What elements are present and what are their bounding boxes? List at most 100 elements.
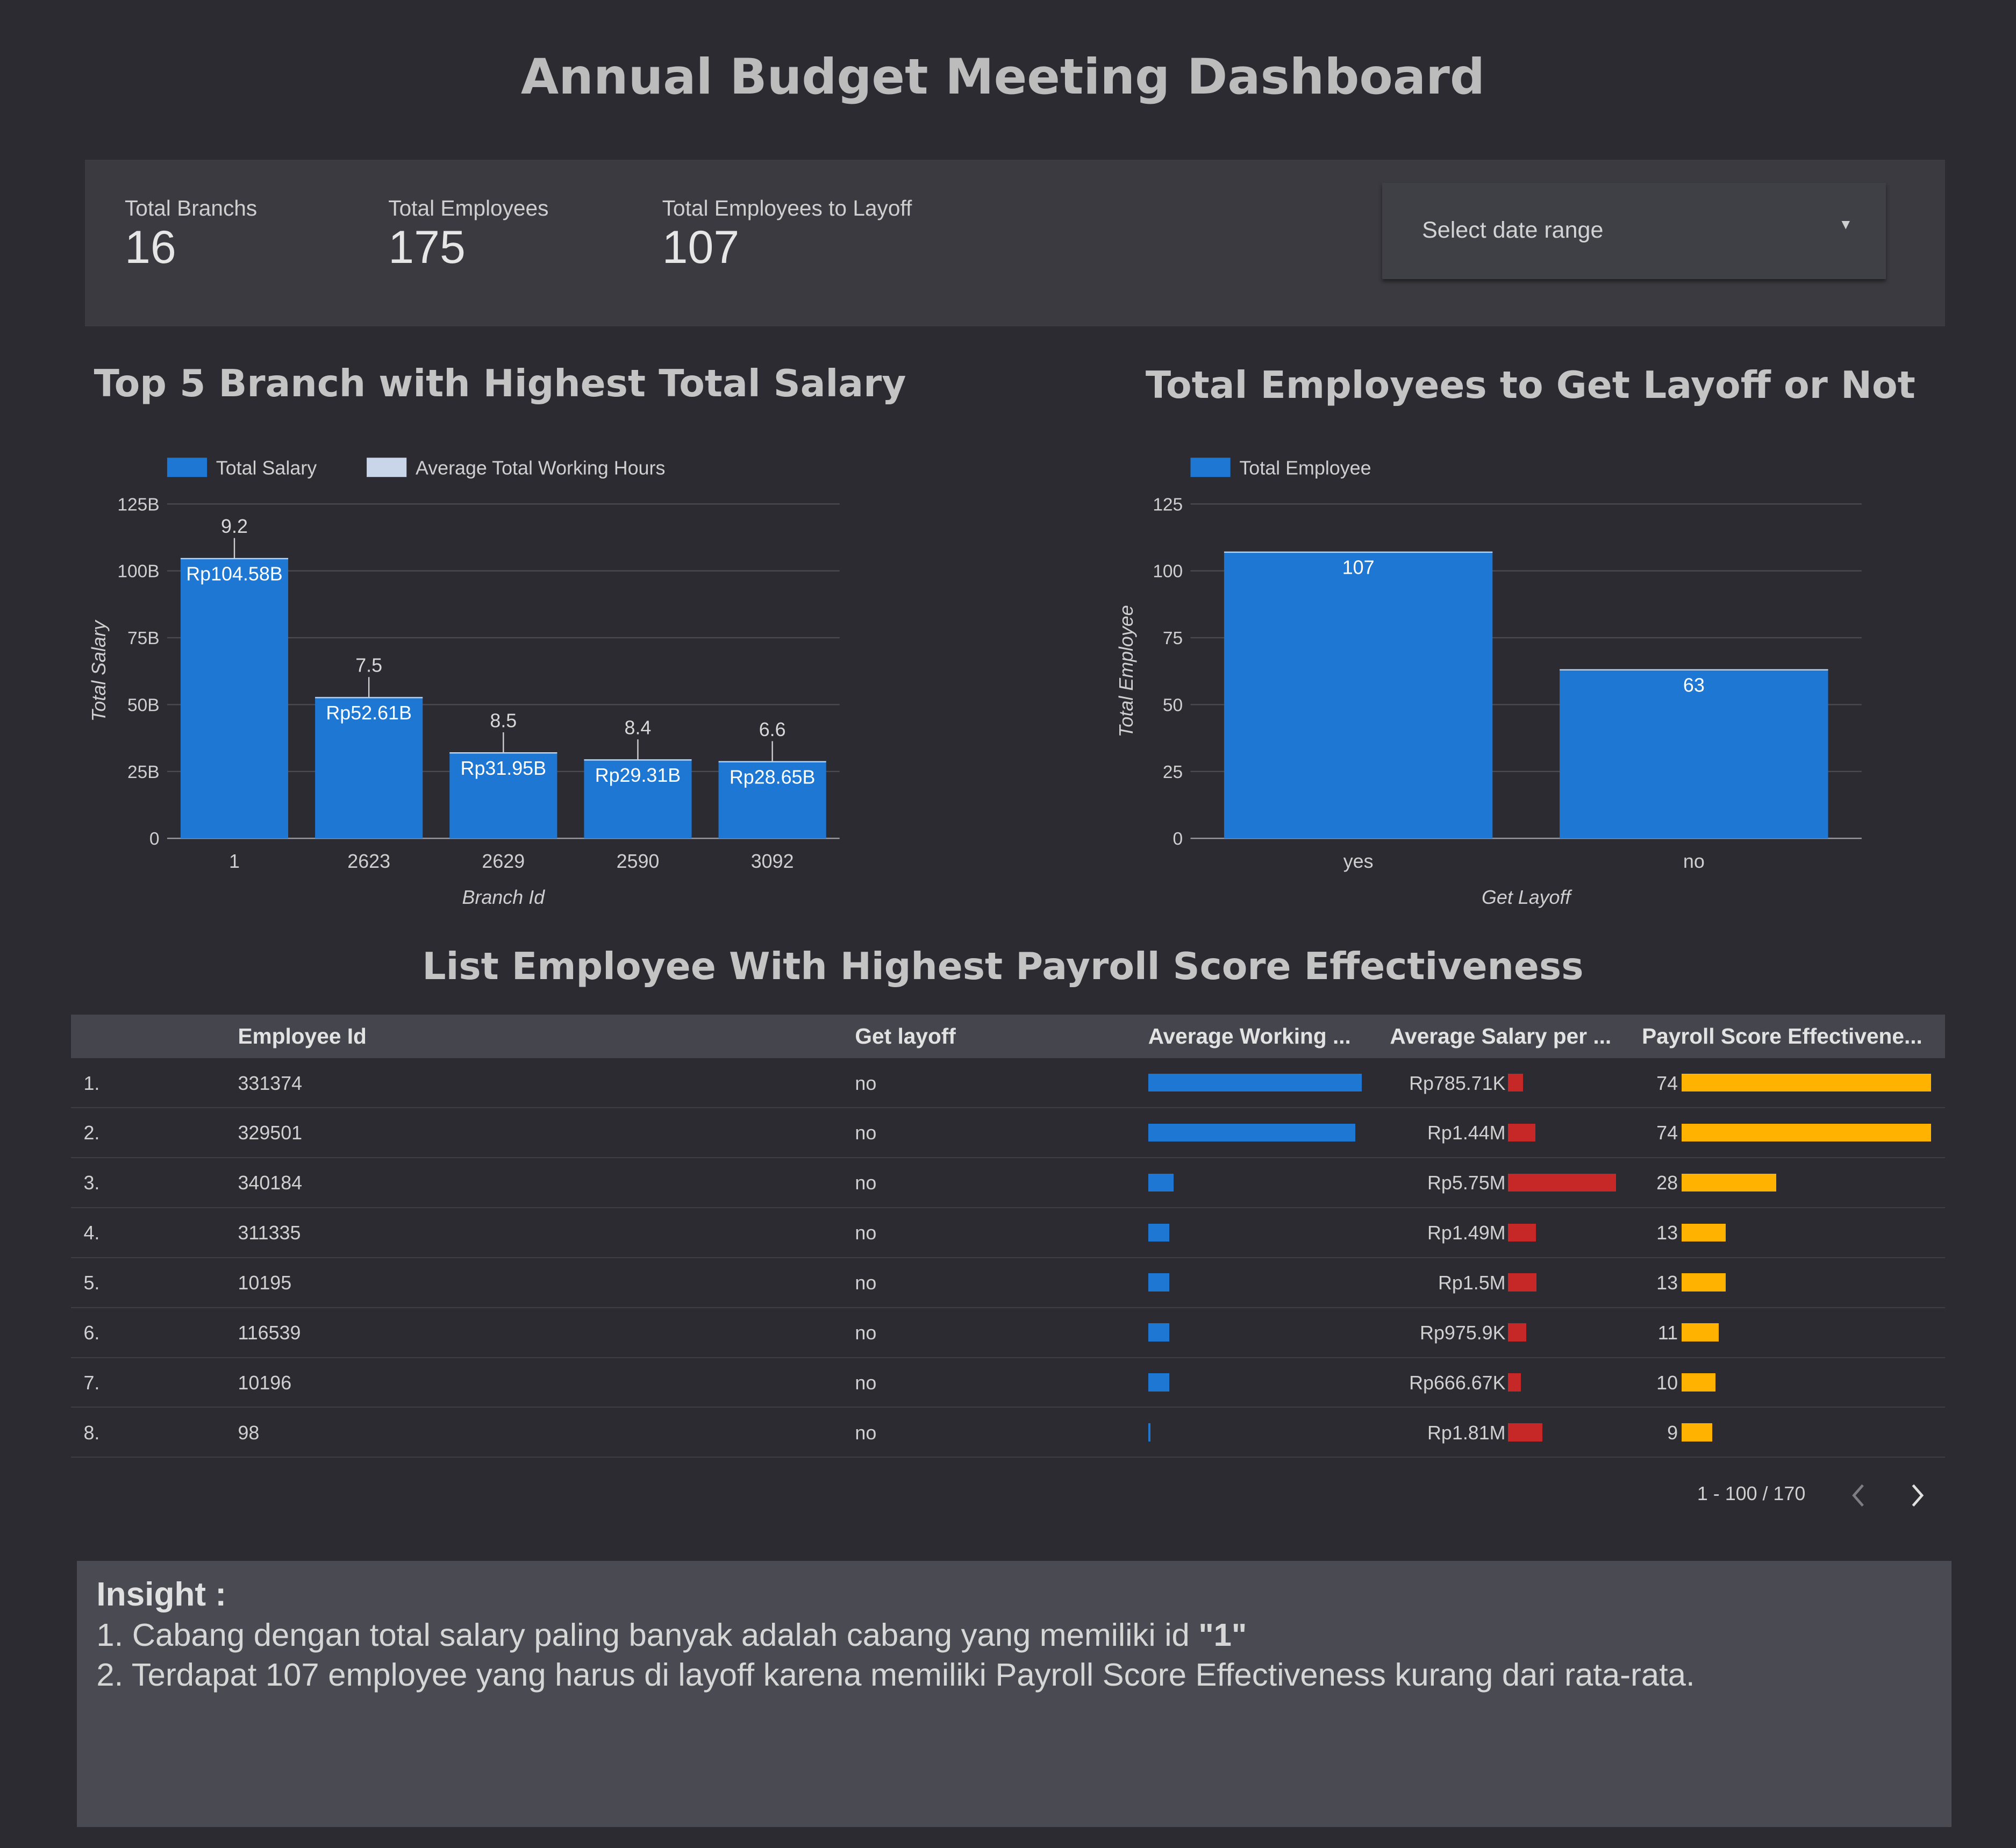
chevron-left-icon[interactable] <box>1846 1481 1872 1510</box>
legend-label: Average Total Working Hours <box>416 457 665 479</box>
x-tick-label: yes <box>1343 851 1374 872</box>
employee-id-cell: 116539 <box>238 1322 301 1344</box>
column-header-get-layoff[interactable]: Get layoff <box>855 1024 955 1049</box>
kpi-total-employees: Total Employees 175 <box>388 196 548 274</box>
y-tick-label: 100B <box>117 562 159 582</box>
row-number: 4. <box>83 1222 100 1244</box>
secondary-data-label: 6.6 <box>759 719 786 740</box>
payroll-score-bar <box>1682 1323 1719 1342</box>
y-tick-label: 100 <box>1153 562 1183 582</box>
column-header-avg-salary[interactable]: Average Salary per ... <box>1390 1024 1611 1049</box>
get-layoff-cell: no <box>855 1172 877 1194</box>
table-row[interactable]: 2. 329501 no Rp1.44M 74 <box>70 1108 1946 1159</box>
row-number: 2. <box>83 1122 100 1144</box>
secondary-data-label: 9.2 <box>221 516 248 537</box>
payroll-score-bar <box>1682 1173 1776 1192</box>
x-tick-label: no <box>1683 851 1705 872</box>
y-tick-label: 50B <box>127 696 160 716</box>
y-tick-label: 75B <box>127 629 160 648</box>
get-layoff-cell: no <box>855 1222 877 1244</box>
insight-line-1: 1. Cabang dengan total salary paling ban… <box>96 1616 1247 1653</box>
employee-table: Employee Id Get layoff Average Working .… <box>70 1014 1946 1471</box>
get-layoff-cell: no <box>855 1072 877 1094</box>
table-row[interactable]: 5. 10195 no Rp1.5M 13 <box>70 1258 1946 1308</box>
x-axis-title: Get Layoff <box>1482 887 1572 908</box>
employee-id-cell: 329501 <box>238 1122 303 1144</box>
avg-salary-bar <box>1508 1373 1521 1392</box>
avg-salary-bar <box>1508 1273 1536 1292</box>
insight-box: Insight : 1. Cabang dengan total salary … <box>77 1561 1952 1828</box>
chart-layoff-title: Total Employees to Get Layoff or Not <box>1145 363 1915 407</box>
table-row[interactable]: 7. 10196 no Rp666.67K 10 <box>70 1358 1946 1408</box>
working-hours-bar <box>1148 1073 1362 1092</box>
bar <box>180 559 289 839</box>
table-row[interactable]: 6. 116539 no Rp975.9K 11 <box>70 1308 1946 1358</box>
secondary-data-label: 7.5 <box>355 655 382 676</box>
table-row[interactable]: 1. 331374 no Rp785.71K 74 <box>70 1058 1946 1109</box>
chart-salary-title: Top 5 Branch with Highest Total Salary <box>94 362 906 406</box>
table-row[interactable]: 4. 311335 no Rp1.49M 13 <box>70 1208 1946 1258</box>
y-tick-label: 75 <box>1163 629 1183 648</box>
avg-salary-bar <box>1508 1123 1535 1142</box>
x-tick-label: 2623 <box>347 851 390 872</box>
x-tick-label: 1 <box>229 851 240 872</box>
payroll-score-bar <box>1682 1123 1932 1142</box>
y-tick-label: 0 <box>1173 829 1183 849</box>
kpi-total-layoff: Total Employees to Layoff 107 <box>662 196 912 274</box>
insight-heading: Insight : <box>96 1575 227 1613</box>
table-row[interactable]: 3. 340184 no Rp5.75M 28 <box>70 1158 1946 1208</box>
payroll-score-bar <box>1682 1073 1932 1092</box>
bar <box>1224 552 1493 839</box>
column-header-avg-working[interactable]: Average Working ... <box>1148 1024 1351 1049</box>
legend-label: Total Employee <box>1239 457 1371 479</box>
bar-data-label: 63 <box>1683 675 1705 696</box>
row-number: 1. <box>83 1072 100 1094</box>
table-title: List Employee With Highest Payroll Score… <box>422 945 1584 988</box>
kpi-label: Total Employees to Layoff <box>662 195 912 220</box>
kpi-value: 107 <box>662 221 740 273</box>
x-tick-label: 3092 <box>751 851 794 872</box>
table-row[interactable]: 8. 98 no Rp1.81M 9 <box>70 1408 1946 1458</box>
column-header-employee-id[interactable]: Employee Id <box>238 1024 366 1049</box>
legend-swatch <box>1190 458 1231 477</box>
avg-salary-bar <box>1508 1073 1523 1092</box>
page-title: Annual Budget Meeting Dashboard <box>520 48 1485 105</box>
row-number: 5. <box>83 1272 100 1294</box>
chevron-right-icon[interactable] <box>1905 1481 1931 1510</box>
salary-bar-chart: Total Salary Average Total Working Hours 0… <box>88 457 840 908</box>
row-number: 3. <box>83 1172 100 1194</box>
employee-id-cell: 340184 <box>238 1172 303 1194</box>
y-tick-label: 125B <box>117 495 159 515</box>
legend-label: Total Salary <box>216 457 317 479</box>
table-row[interactable]: 9.77noRp1.4M9 <box>71 1458 1946 1471</box>
date-range-select[interactable]: Select date range ▼ <box>1382 182 1886 279</box>
insight-line-1-bold: "1" <box>1198 1617 1247 1653</box>
avg-salary-bar <box>1508 1223 1536 1242</box>
x-tick-label: 2590 <box>617 851 660 872</box>
y-axis-title: Total Salary <box>88 619 110 722</box>
payroll-score-cell: 74 <box>1656 1122 1678 1144</box>
column-header-payroll-score[interactable]: Payroll Score Effectivene... <box>1642 1024 1922 1049</box>
payroll-score-bar <box>1682 1273 1726 1292</box>
pagination: 1 - 100 / 170 <box>1697 1483 1805 1505</box>
get-layoff-cell: no <box>855 1422 877 1444</box>
secondary-data-label: 8.5 <box>490 710 517 732</box>
avg-salary-bar <box>1508 1323 1527 1342</box>
avg-salary-cell: Rp1.5M <box>1438 1272 1506 1294</box>
employee-id-cell: 311335 <box>238 1222 301 1244</box>
payroll-score-cell: 9 <box>1667 1422 1678 1444</box>
y-tick-label: 25B <box>127 762 160 782</box>
working-hours-bar <box>1148 1373 1170 1392</box>
date-range-label: Select date range <box>1422 217 1604 244</box>
employee-id-cell: 331374 <box>238 1072 303 1094</box>
working-hours-bar <box>1148 1273 1170 1292</box>
x-axis-title: Branch Id <box>462 887 546 908</box>
y-tick-label: 0 <box>149 829 160 849</box>
insight-line-1-text: 1. Cabang dengan total salary paling ban… <box>96 1617 1199 1653</box>
avg-salary-cell: Rp1.81M <box>1427 1422 1506 1444</box>
employee-id-cell: 98 <box>238 1422 260 1444</box>
bar-data-label: Rp28.65B <box>730 766 816 788</box>
bar-data-label: Rp104.58B <box>186 563 282 585</box>
y-axis-title: Total Employee <box>1116 605 1137 737</box>
avg-salary-bar <box>1508 1423 1542 1442</box>
